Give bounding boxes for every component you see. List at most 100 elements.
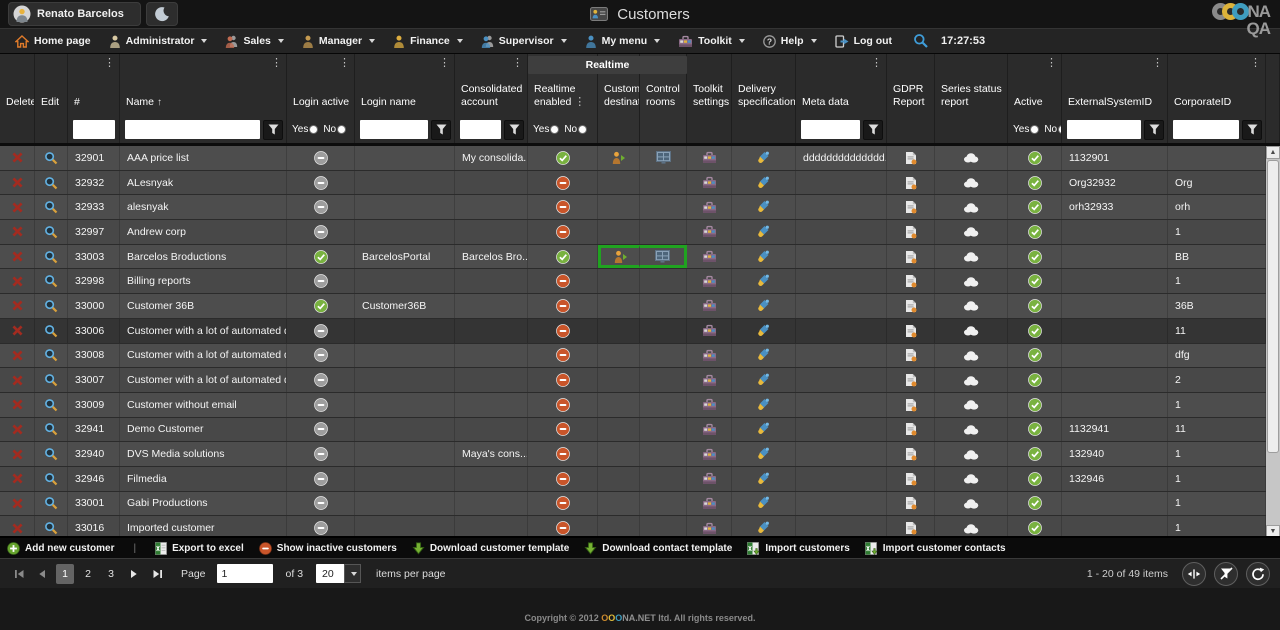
clear-filters-button[interactable] [1214,562,1238,586]
fit-columns-button[interactable] [1182,562,1206,586]
edit-button[interactable] [35,146,68,170]
column-menu-icon[interactable]: ⋮ [339,58,350,69]
page-number-1[interactable]: 1 [56,564,74,584]
edit-button[interactable] [35,442,68,466]
menu-item-help[interactable]: ?Help [754,29,826,53]
delete-button[interactable] [0,269,35,293]
edit-button[interactable] [35,269,68,293]
menu-item-administrator[interactable]: Administrator [100,29,217,53]
series-status-report-button[interactable] [935,269,1008,293]
column-menu-icon[interactable]: ⋮ [104,58,115,69]
gdpr-report-button[interactable] [887,492,935,516]
table-row[interactable]: 32997Andrew corp1 [0,220,1280,245]
toolkit-settings-button[interactable] [687,516,732,538]
delivery-specifications-button[interactable] [732,516,796,538]
table-row[interactable]: 33016Imported customer1 [0,516,1280,538]
table-row[interactable]: 32901AAA price listMy consolida...dddddd… [0,146,1280,171]
table-row[interactable]: 33009Customer without email1 [0,393,1280,418]
gdpr-report-button[interactable] [887,344,935,368]
filter-consolidated-input[interactable] [460,120,501,139]
delivery-specifications-button[interactable] [732,368,796,392]
filter-corp-input[interactable] [1173,120,1239,139]
column-menu-icon[interactable]: ⋮ [1250,58,1261,69]
scroll-up-icon[interactable]: ▲ [1266,146,1280,159]
toolkit-settings-button[interactable] [687,442,732,466]
filter-active-yes-radio[interactable] [1030,125,1039,134]
filter-login_active-yes-radio[interactable] [309,125,318,134]
table-row[interactable]: 32933alesnyakorh32933orh [0,195,1280,220]
toolbar-import-customer-contacts[interactable]: Import customer contacts [865,542,1006,555]
column-menu-icon[interactable]: ⋮ [271,58,282,69]
menu-item-manager[interactable]: Manager [293,29,384,53]
filter-ext-input[interactable] [1067,120,1141,139]
delete-button[interactable] [0,319,35,343]
vertical-scrollbar[interactable]: ▲ ▼ [1266,146,1280,538]
toolkit-settings-button[interactable] [687,269,732,293]
column-menu-icon[interactable]: ⋮ [439,58,450,69]
filter-name-input[interactable] [125,120,260,139]
gdpr-report-button[interactable] [887,368,935,392]
filter-login_active-no-radio[interactable] [337,125,346,134]
series-status-report-button[interactable] [935,195,1008,219]
series-status-report-button[interactable] [935,319,1008,343]
customer-destinations-button[interactable] [598,146,640,170]
chevron-down-icon[interactable] [344,564,361,583]
delete-button[interactable] [0,344,35,368]
gdpr-report-button[interactable] [887,269,935,293]
toolbar-export-to-excel[interactable]: Export to excel [155,542,244,555]
menu-item-log-out[interactable]: Log out [826,29,901,53]
gdpr-report-button[interactable] [887,146,935,170]
delivery-specifications-button[interactable] [732,319,796,343]
table-row[interactable]: 32940DVS Media solutionsMaya's cons...13… [0,442,1280,467]
column-menu-icon[interactable]: ⋮ [1046,58,1057,69]
customer-destinations-button[interactable] [598,245,640,269]
delete-button[interactable] [0,418,35,442]
series-status-report-button[interactable] [935,245,1008,269]
gdpr-report-button[interactable] [887,418,935,442]
edit-button[interactable] [35,245,68,269]
toolbar-import-customers[interactable]: Import customers [747,542,849,555]
menu-item-toolkit[interactable]: Toolkit [669,29,754,53]
edit-button[interactable] [35,294,68,318]
filter-consolidated-funnel-button[interactable] [504,120,524,140]
page-size-select[interactable]: 20 [316,564,361,583]
delete-button[interactable] [0,245,35,269]
toolkit-settings-button[interactable] [687,146,732,170]
series-status-report-button[interactable] [935,516,1008,538]
edit-button[interactable] [35,467,68,491]
filter-rt-yes-radio[interactable] [550,125,559,134]
edit-button[interactable] [35,393,68,417]
delete-button[interactable] [0,146,35,170]
page-number-3[interactable]: 3 [102,564,120,584]
filter-meta-funnel-button[interactable] [863,120,883,140]
delete-button[interactable] [0,393,35,417]
gdpr-report-button[interactable] [887,220,935,244]
filter-meta-input[interactable] [801,120,860,139]
delivery-specifications-button[interactable] [732,220,796,244]
table-row[interactable]: 33001Gabi Productions1 [0,492,1280,517]
toolkit-settings-button[interactable] [687,171,732,195]
series-status-report-button[interactable] [935,442,1008,466]
table-row[interactable]: 32932ALesnyakOrg32932Org [0,171,1280,196]
gdpr-report-button[interactable] [887,294,935,318]
series-status-report-button[interactable] [935,393,1008,417]
gdpr-report-button[interactable] [887,195,935,219]
edit-button[interactable] [35,344,68,368]
gdpr-report-button[interactable] [887,319,935,343]
delivery-specifications-button[interactable] [732,344,796,368]
column-menu-icon[interactable]: ⋮ [1152,58,1163,69]
table-row[interactable]: 33007Customer with a lot of automated d.… [0,368,1280,393]
delivery-specifications-button[interactable] [732,245,796,269]
delete-button[interactable] [0,171,35,195]
filter-ext-funnel-button[interactable] [1144,120,1164,140]
delete-button[interactable] [0,467,35,491]
table-row[interactable]: 33000Customer 36BCustomer36B36B [0,294,1280,319]
table-row[interactable]: 33006Customer with a lot of automated d.… [0,319,1280,344]
edit-button[interactable] [35,492,68,516]
toolkit-settings-button[interactable] [687,418,732,442]
search-icon[interactable] [913,33,929,49]
gdpr-report-button[interactable] [887,393,935,417]
delivery-specifications-button[interactable] [732,146,796,170]
table-row[interactable]: 32941Demo Customer113294111 [0,418,1280,443]
toolkit-settings-button[interactable] [687,245,732,269]
